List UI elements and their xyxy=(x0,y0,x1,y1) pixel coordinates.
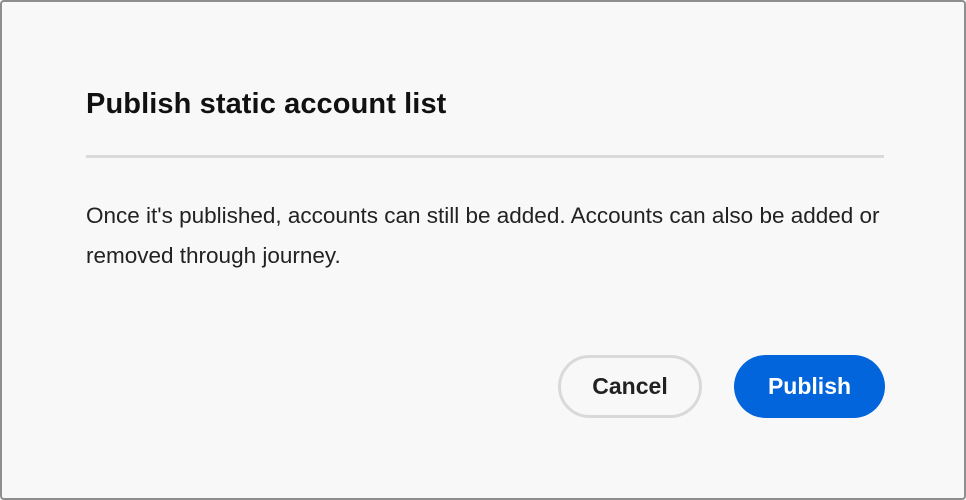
title-divider xyxy=(86,155,884,158)
dialog-body-text: Once it's published, accounts can still … xyxy=(86,203,880,268)
cancel-button[interactable]: Cancel xyxy=(558,355,702,418)
publish-dialog: Publish static account list Once it's pu… xyxy=(0,0,966,500)
publish-button[interactable]: Publish xyxy=(734,355,885,418)
dialog-title: Publish static account list xyxy=(86,88,447,120)
